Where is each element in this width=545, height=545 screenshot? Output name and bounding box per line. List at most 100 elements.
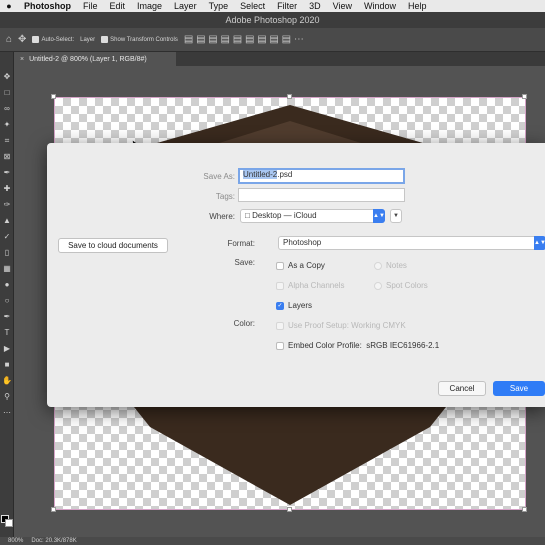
blur-tool-icon[interactable]: ● — [2, 280, 12, 290]
filename-selected-text: Untitled-2 — [243, 170, 278, 179]
brush-tool-icon[interactable]: ✑ — [2, 200, 12, 210]
menu-filter[interactable]: Filter — [271, 1, 303, 11]
folder-icon: □ — [245, 211, 253, 220]
embed-color-profile-label: Embed Color Profile: — [288, 341, 362, 350]
menu-type[interactable]: Type — [203, 1, 235, 11]
save-to-cloud-button[interactable]: Save to cloud documents — [58, 238, 168, 253]
hand-tool-icon[interactable]: ✋ — [2, 376, 12, 386]
move-tool-icon[interactable]: ✥ — [2, 72, 12, 82]
tools-panel: ✥ □ ∞ ✦ ⌗ ⊠ ✒ ✚ ✑ ▲ ✓ ▯ ▦ ● ○ ✒ T ▶ ■ ✋ … — [0, 52, 14, 540]
save-button[interactable]: Save — [493, 381, 545, 396]
format-dropdown[interactable]: Photoshop ▲▼ — [278, 236, 545, 250]
frame-tool-icon[interactable]: ⊠ — [2, 152, 12, 162]
spot-colors-option: Spot Colors — [374, 281, 428, 290]
transform-handle[interactable] — [51, 94, 56, 99]
mac-menu-bar: ● Photoshop File Edit Image Layer Type S… — [0, 0, 545, 12]
show-transform-label: Show Transform Controls — [110, 36, 178, 43]
color-profile-value: sRGB IEC61966-2.1 — [366, 341, 440, 350]
transform-handle[interactable] — [287, 507, 292, 512]
as-a-copy-checkbox[interactable] — [276, 261, 284, 270]
pen-tool-icon[interactable]: ✒ — [2, 312, 12, 322]
transform-handle[interactable] — [287, 94, 292, 99]
photoshop-screen: ● Photoshop File Edit Image Layer Type S… — [0, 0, 545, 545]
spot-colors-label: Spot Colors — [386, 281, 428, 290]
where-dropdown[interactable]: □ Desktop — iCloud ▲▼ — [240, 209, 385, 223]
quick-select-tool-icon[interactable]: ✦ — [2, 120, 12, 130]
menu-edit[interactable]: Edit — [104, 1, 132, 11]
format-value: Photoshop — [283, 238, 322, 247]
document-tab-bar: × Untitled-2 @ 800% (Layer 1, RGB/8#) — [16, 52, 545, 66]
layers-label: Layers — [288, 301, 313, 310]
type-tool-icon[interactable]: T — [2, 328, 12, 338]
more-tools-icon[interactable]: ⋯ — [2, 408, 12, 418]
history-brush-tool-icon[interactable]: ✓ — [2, 232, 12, 242]
status-bar: 800% Doc: 20.3K/878K — [0, 537, 545, 545]
zoom-level[interactable]: 800% — [8, 538, 23, 544]
transform-handle[interactable] — [522, 94, 527, 99]
notes-option: Notes — [374, 261, 407, 270]
where-label: Where: — [209, 212, 235, 221]
home-icon[interactable]: ⌂ — [6, 34, 12, 45]
healing-tool-icon[interactable]: ✚ — [2, 184, 12, 194]
transform-handle[interactable] — [522, 507, 527, 512]
menu-select[interactable]: Select — [234, 1, 271, 11]
save-as-label: Save As: — [203, 172, 235, 181]
spot-colors-checkbox — [374, 281, 382, 290]
notes-checkbox — [374, 261, 382, 270]
menu-file[interactable]: File — [77, 1, 104, 11]
menu-photoshop[interactable]: Photoshop — [18, 1, 77, 11]
cancel-button[interactable]: Cancel — [438, 381, 486, 396]
tags-label: Tags: — [215, 192, 235, 201]
menu-window[interactable]: Window — [358, 1, 402, 11]
zoom-tool-icon[interactable]: ⚲ — [2, 392, 12, 402]
eraser-tool-icon[interactable]: ▯ — [2, 248, 12, 258]
path-select-tool-icon[interactable]: ▶ — [2, 344, 12, 354]
where-value: Desktop — iCloud — [252, 211, 317, 220]
as-a-copy-label: As a Copy — [288, 261, 325, 270]
filename-input[interactable]: Untitled-2.psd — [238, 168, 405, 184]
stamp-tool-icon[interactable]: ▲ — [2, 216, 12, 226]
layers-option[interactable]: ✓ Layers — [276, 301, 312, 310]
align-icons[interactable]: ▤ ▤ ▤ ▤ ▤ ▤ ▤ ▤ ▤ ⋯ — [184, 34, 304, 45]
background-color-swatch[interactable] — [5, 519, 13, 527]
show-transform-option[interactable]: Show Transform Controls — [101, 36, 178, 43]
lasso-tool-icon[interactable]: ∞ — [2, 104, 12, 114]
auto-select-label: Auto-Select: — [41, 36, 75, 43]
embed-color-profile-checkbox[interactable] — [276, 341, 284, 350]
layers-checkbox[interactable]: ✓ — [276, 301, 284, 310]
expand-dialog-chevron-icon[interactable]: ▼ — [390, 209, 402, 223]
layer-dropdown[interactable]: Layer — [80, 37, 95, 43]
menu-view[interactable]: View — [327, 1, 358, 11]
dodge-tool-icon[interactable]: ○ — [2, 296, 12, 306]
use-proof-setup-checkbox — [276, 321, 284, 330]
app-title-bar: Adobe Photoshop 2020 — [0, 12, 545, 28]
tags-input[interactable] — [238, 188, 405, 202]
auto-select-checkbox[interactable] — [32, 36, 40, 43]
auto-select-option[interactable]: Auto-Select: — [32, 36, 74, 43]
as-a-copy-option[interactable]: As a Copy — [276, 261, 325, 270]
save-options-label: Save: — [234, 258, 255, 267]
menu-help[interactable]: Help — [402, 1, 433, 11]
move-tool-icon[interactable]: ✥ — [18, 34, 26, 45]
use-proof-setup-label: Use Proof Setup: Working CMYK — [288, 321, 406, 330]
apple-icon[interactable]: ● — [0, 1, 18, 11]
where-dropdown-arrows-icon: ▲▼ — [373, 209, 385, 223]
menu-layer[interactable]: Layer — [168, 1, 203, 11]
document-tab[interactable]: × Untitled-2 @ 800% (Layer 1, RGB/8#) — [16, 52, 176, 66]
alpha-channels-option: Alpha Channels — [276, 281, 344, 290]
menu-3d[interactable]: 3D — [303, 1, 327, 11]
save-as-dialog: Save As: Untitled-2.psd Tags: Where: □ D… — [47, 143, 545, 407]
document-size: Doc: 20.3K/878K — [31, 538, 77, 544]
embed-color-profile-option[interactable]: Embed Color Profile: sRGB IEC61966-2.1 — [276, 341, 439, 350]
options-bar: ⌂ ✥ Auto-Select: Layer Show Transform Co… — [0, 28, 545, 52]
eyedropper-tool-icon[interactable]: ✒ — [2, 168, 12, 178]
gradient-tool-icon[interactable]: ▦ — [2, 264, 12, 274]
marquee-tool-icon[interactable]: □ — [2, 88, 12, 98]
show-transform-checkbox[interactable] — [101, 36, 109, 43]
rectangle-tool-icon[interactable]: ■ — [2, 360, 12, 370]
menu-image[interactable]: Image — [131, 1, 168, 11]
transform-handle[interactable] — [51, 507, 56, 512]
close-tab-icon[interactable]: × — [20, 56, 24, 63]
crop-tool-icon[interactable]: ⌗ — [2, 136, 12, 146]
app-title: Adobe Photoshop 2020 — [225, 15, 320, 25]
